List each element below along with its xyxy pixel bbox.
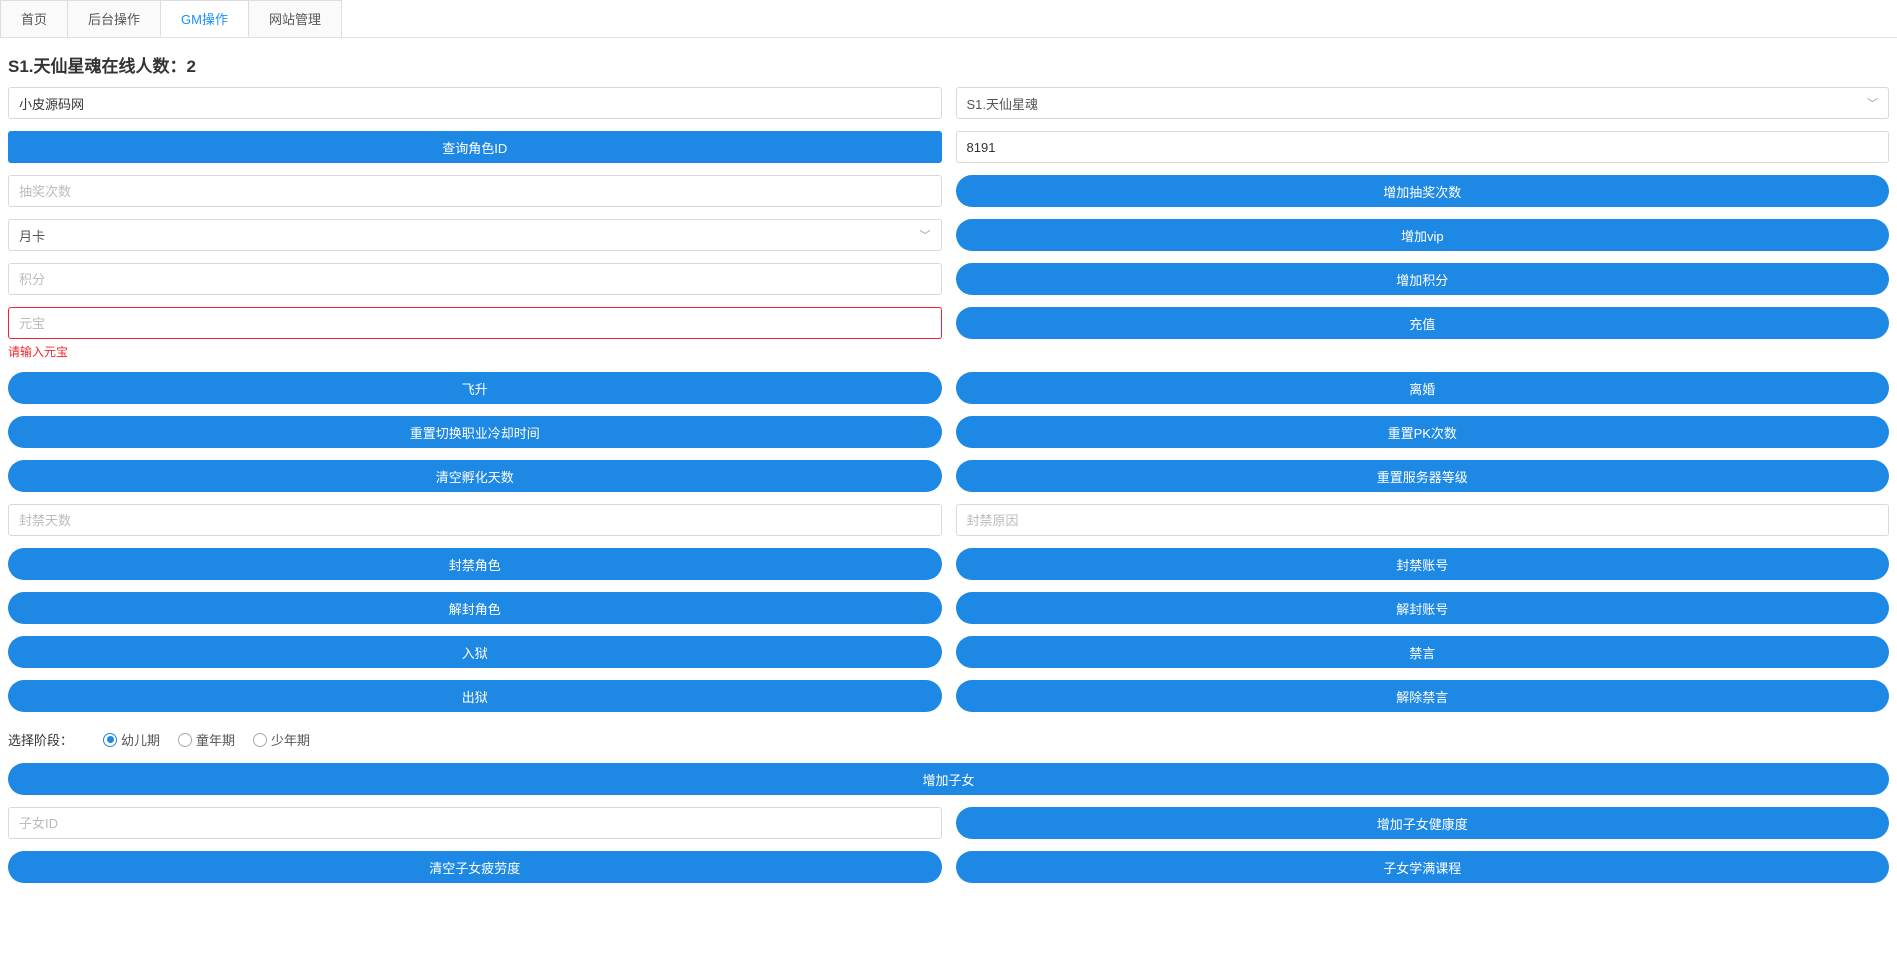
divorce-button[interactable]: 离婚 [956,372,1890,404]
ban-account-button[interactable]: 封禁账号 [956,548,1890,580]
page-title: S1.天仙星魂在线人数：2 [0,38,1897,87]
jail-button[interactable]: 入狱 [8,636,942,668]
tab-site[interactable]: 网站管理 [248,0,342,37]
tab-bar: 首页 后台操作 GM操作 网站管理 [0,0,1897,38]
reset-job-cd-button[interactable]: 重置切换职业冷却时间 [8,416,942,448]
ban-reason-input[interactable] [956,504,1890,536]
reset-server-level-button[interactable]: 重置服务器等级 [956,460,1890,492]
ban-role-button[interactable]: 封禁角色 [8,548,942,580]
add-lottery-button[interactable]: 增加抽奖次数 [956,175,1890,207]
child-id-input[interactable] [8,807,942,839]
server-select-value: S1.天仙星魂 [967,94,1039,113]
unban-account-button[interactable]: 解封账号 [956,592,1890,624]
ban-days-input[interactable] [8,504,942,536]
clear-child-fatigue-button[interactable]: 清空子女疲劳度 [8,851,942,883]
points-input[interactable] [8,263,942,295]
lottery-count-input[interactable] [8,175,942,207]
tab-home[interactable]: 首页 [0,0,68,37]
add-vip-button[interactable]: 增加vip [956,219,1890,251]
ascend-button[interactable]: 飞升 [8,372,942,404]
tab-backend[interactable]: 后台操作 [67,0,161,37]
yuanbao-input[interactable] [8,307,942,339]
chevron-down-icon: ﹀ [920,227,931,243]
radio-icon [178,733,192,747]
stage-radio-infant[interactable]: 幼儿期 [103,730,160,749]
tab-gm[interactable]: GM操作 [160,0,249,37]
radio-icon [103,733,117,747]
stage-radio-teen[interactable]: 少年期 [253,730,310,749]
add-child-button[interactable]: 增加子女 [8,763,1889,795]
vip-type-select[interactable]: 月卡 ﹀ [8,219,942,251]
player-name-input[interactable] [8,87,942,119]
recharge-button[interactable]: 充值 [956,307,1890,339]
stage-label: 选择阶段： [8,730,73,749]
query-role-id-button[interactable]: 查询角色ID [8,131,942,163]
add-child-health-button[interactable]: 增加子女健康度 [956,807,1890,839]
mute-button[interactable]: 禁言 [956,636,1890,668]
vip-type-value: 月卡 [19,226,45,245]
chevron-down-icon: ﹀ [1867,95,1878,111]
yuanbao-error-msg: 请输入元宝 [8,343,942,360]
reset-pk-button[interactable]: 重置PK次数 [956,416,1890,448]
unban-role-button[interactable]: 解封角色 [8,592,942,624]
child-full-course-button[interactable]: 子女学满课程 [956,851,1890,883]
unjail-button[interactable]: 出狱 [8,680,942,712]
role-id-input[interactable] [956,131,1890,163]
add-points-button[interactable]: 增加积分 [956,263,1890,295]
stage-radio-child[interactable]: 童年期 [178,730,235,749]
server-select[interactable]: S1.天仙星魂 ﹀ [956,87,1890,119]
clear-hatch-button[interactable]: 清空孵化天数 [8,460,942,492]
unmute-button[interactable]: 解除禁言 [956,680,1890,712]
radio-icon [253,733,267,747]
stage-radio-group: 选择阶段： 幼儿期 童年期 少年期 [8,724,1889,763]
